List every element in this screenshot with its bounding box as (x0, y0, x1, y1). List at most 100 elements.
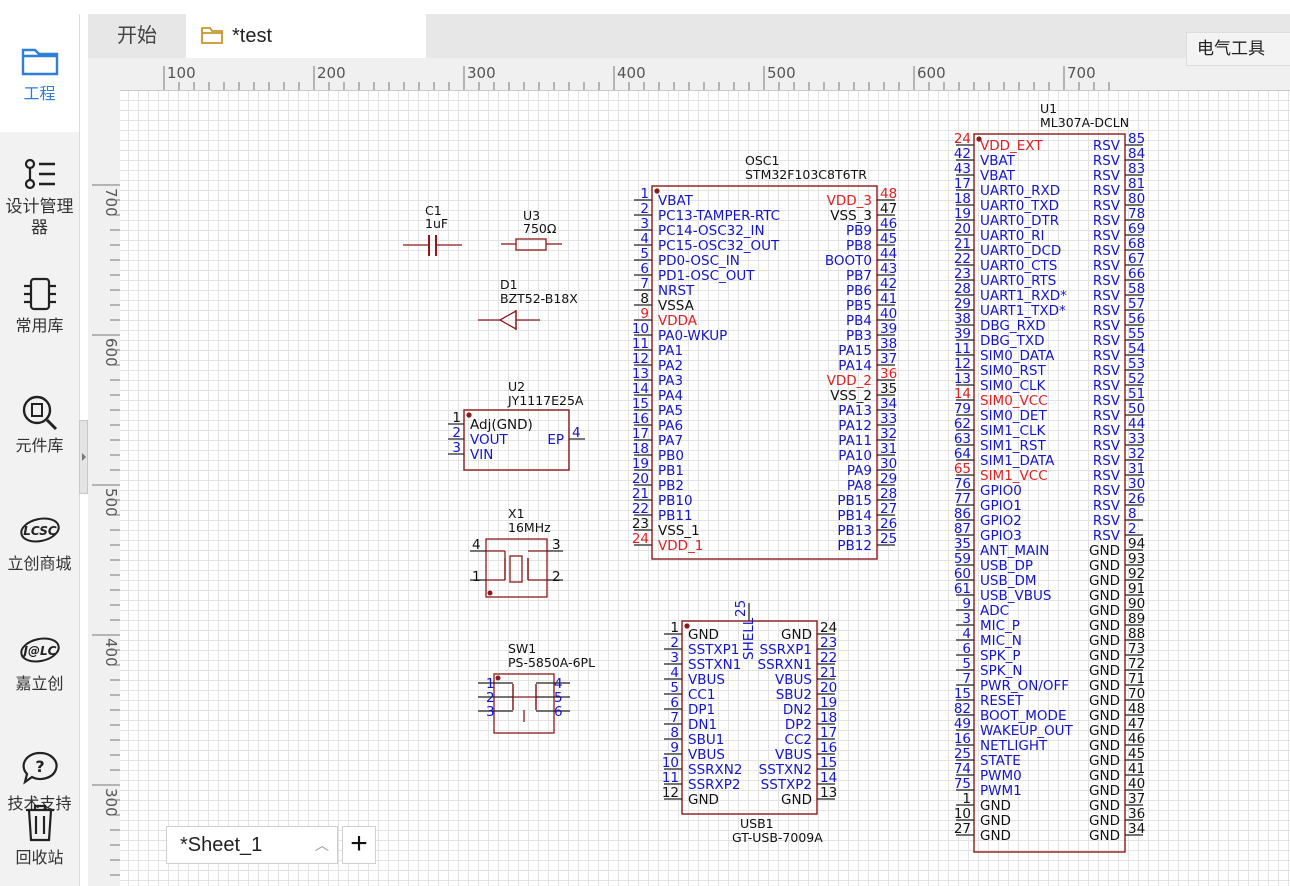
chevron-up-icon[interactable]: ︿ (315, 827, 329, 863)
sheet-tab[interactable]: *Sheet_1 ︿ (166, 826, 338, 864)
u1-pin-name: GND (1089, 633, 1120, 649)
sidebar-item-design-manager[interactable]: 设计管理器 (0, 154, 79, 254)
tab-test[interactable]: *test (186, 14, 426, 58)
sidebar-item-jlc[interactable]: J@LC 嘉立创 (0, 634, 79, 724)
osc1-pin-number: 6 (640, 261, 649, 277)
osc1-pin-name: PA14 (838, 358, 872, 374)
u1-pin-name: RSV (1093, 513, 1121, 529)
sidebar-item-label: 工程 (23, 86, 56, 103)
x1-pin1-marker (487, 590, 493, 596)
osc1-pin-number: 10 (632, 321, 649, 337)
add-sheet-button[interactable]: + (342, 826, 376, 864)
schematic-drawing: OSC1STM32F103C8T6TR 1 VBAT 2 PC13-TAMPER-RTC… (403, 101, 1145, 853)
document-tab-bar: 开始 *test (88, 14, 1290, 59)
u1-pin-number: 93 (1128, 551, 1145, 567)
u1-pin-name: RSV (1093, 213, 1121, 229)
usb1-pin-number: 23 (820, 635, 837, 651)
osc1-pin-number: 36 (880, 366, 897, 382)
lcsc-logo-icon: LCSC (19, 517, 60, 543)
u1-pin-name: RSV (1093, 408, 1121, 424)
usb1-pin-number: 12 (662, 785, 679, 801)
u1-pin-number: 7 (962, 671, 971, 687)
usb1-pin-number: 10 (662, 755, 679, 771)
u1-pin-name: RSV (1093, 378, 1121, 394)
usb1-pin-name: SSTXN2 (759, 762, 812, 778)
u1-pin-name: GND (1089, 618, 1120, 634)
osc1-pin-name: PB1 (658, 463, 684, 479)
u1-pin-name: SIM1_RST (980, 438, 1046, 454)
osc1-pin-name: PA9 (847, 463, 872, 479)
usb1-pin-name: GND (781, 627, 812, 643)
u1-pin-name: GND (1089, 588, 1120, 604)
u1-pin-number: 48 (1128, 701, 1145, 717)
u1-pin-number: 24 (954, 131, 971, 147)
u1-pin-name: RSV (1093, 273, 1121, 289)
osc1-pin-number: 9 (640, 306, 649, 322)
usb1-pin-name: VBUS (688, 672, 725, 688)
u1-pin-number: 61 (954, 581, 971, 597)
tab-test-label: *test (232, 25, 273, 47)
sidebar-item-lcsc-mall[interactable]: LCSC 立创商城 (0, 514, 79, 604)
u1-value: ML307A-DCLN (1040, 115, 1129, 130)
sheet-tab-label: *Sheet_1 (180, 834, 263, 856)
u1-pin-number: 21 (954, 236, 971, 252)
sidebar-item-project[interactable]: 工程 (0, 14, 79, 132)
u1-pin-name: VDD_EXT (980, 138, 1043, 154)
u1-pin-name: SIM0_RST (980, 363, 1046, 379)
osc1-pin-number: 11 (632, 336, 649, 352)
u1-pin-name: VBAT (980, 153, 1016, 169)
osc1-pin-name: PB8 (846, 238, 872, 254)
u1-pin-name: RSV (1093, 258, 1121, 274)
u1-pin-name: SIM0_VCC (980, 393, 1048, 409)
u1-pin-name: UART0_TXD (980, 198, 1059, 214)
u1-pin-number: 6 (962, 641, 971, 657)
u1-pin-number: 39 (954, 326, 971, 342)
usb1-pin-name: VBUS (688, 747, 725, 763)
u1-pin-number: 91 (1128, 581, 1145, 597)
osc1-pin-name: BOOT0 (825, 253, 872, 269)
u1-pin-name: RSV (1093, 468, 1121, 484)
usb1-pin-name: SSTXP2 (761, 777, 812, 793)
sidebar-item-recycle-bin[interactable]: 回收站 (0, 802, 79, 886)
u1-pin-name: DBG_TXD (980, 333, 1045, 349)
u1-pin-number: 1 (962, 791, 971, 807)
folder-icon (21, 48, 58, 76)
u1-pin-number: 33 (1128, 431, 1145, 447)
u1-pin-name: GND (1089, 738, 1120, 754)
u1-pin-name: USB_VBUS (980, 588, 1051, 604)
sidebar-item-common-library[interactable]: 常用库 (0, 274, 79, 364)
u1-pin-number: 19 (954, 206, 971, 222)
u1-pin-number: 66 (1128, 266, 1145, 282)
sidebar-item-component-library[interactable]: 元件库 (0, 392, 79, 482)
osc1-pin-name: PA5 (658, 403, 683, 419)
tab-start[interactable]: 开始 (88, 14, 187, 58)
osc1-pin-name: PB13 (837, 523, 872, 539)
electrical-tools-panel[interactable]: 电气工具 (1186, 32, 1290, 66)
osc1-pin-number: 43 (880, 261, 897, 277)
u1-pin-number: 20 (954, 221, 971, 237)
sidebar-item-label: 嘉立创 (15, 676, 64, 693)
u1-pin-number: 80 (1128, 191, 1145, 207)
osc1-pin-name: PA13 (838, 403, 872, 419)
ruler-label: 100 (167, 64, 196, 82)
svg-text:?: ? (35, 757, 44, 776)
u1-ref: U1 (1040, 101, 1057, 116)
x1-pin-number: 2 (552, 569, 561, 585)
sw1-value: PS-5850A-6PL (508, 655, 595, 670)
usb1-pin-number: 24 (820, 620, 837, 636)
sidebar-collapse-handle[interactable] (79, 420, 88, 494)
u1-pin-number: 44 (1128, 416, 1145, 432)
osc1-pin-name: NRST (658, 283, 695, 299)
u1-pin-name: SIM1_CLK (980, 423, 1046, 439)
osc1-pin-number: 17 (632, 426, 649, 442)
u2-pin-number: 3 (452, 440, 461, 456)
schematic-canvas[interactable]: OSC1 STM32F103C8T6TR 1 VBAT 2 PC13-TAMPER-RTC… (120, 91, 1290, 886)
osc1-pin-number: 24 (632, 531, 649, 547)
osc1-pin-name: PA3 (658, 373, 683, 389)
x1-pin-number: 4 (472, 537, 481, 553)
u1-pin-number: 22 (954, 251, 971, 267)
u1-pin-number: 81 (1128, 176, 1145, 192)
ruler-label: 400 (102, 638, 120, 667)
ruler-label: 300 (467, 64, 496, 82)
u1-pin-name: GPIO3 (980, 528, 1022, 544)
